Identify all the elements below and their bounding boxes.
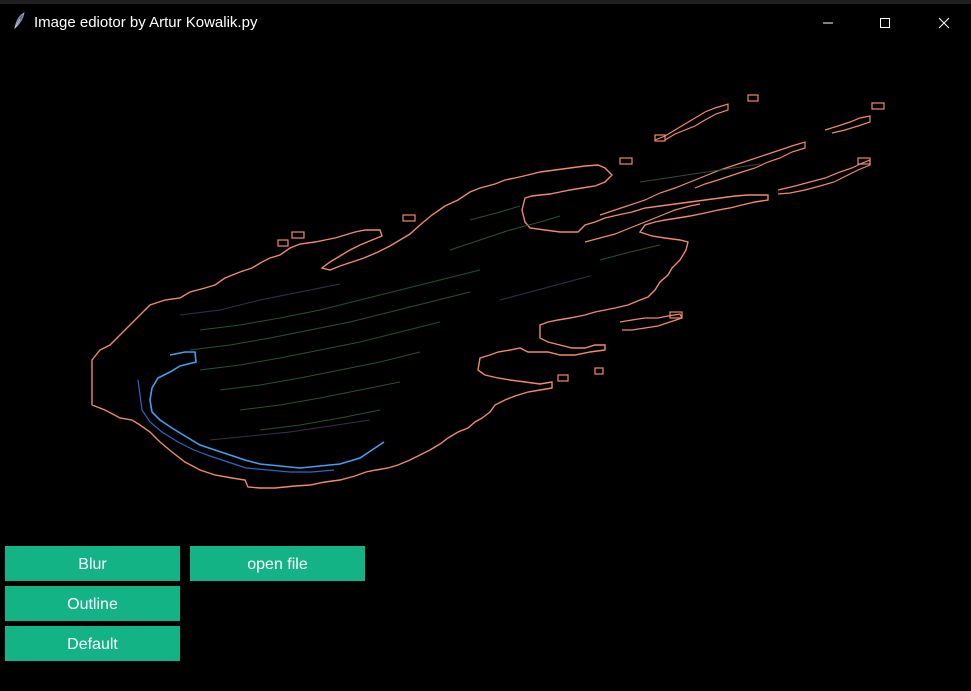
image-canvas [0,40,971,540]
window-title: Image ediotor by Artur Kowalik.py [34,14,258,31]
close-button[interactable] [921,8,967,38]
close-icon [938,17,950,29]
default-button[interactable]: Default [5,626,180,661]
outline-button[interactable]: Outline [5,586,180,621]
comet-outline-image [91,94,885,489]
app-window: Image ediotor by Artur Kowalik.py Blur o… [0,0,971,691]
minimize-button[interactable] [805,8,851,38]
feather-icon [12,12,26,30]
minimize-icon [823,22,833,24]
open-file-button[interactable]: open file [190,546,365,581]
blur-button[interactable]: Blur [5,546,180,581]
title-bar[interactable]: Image ediotor by Artur Kowalik.py [0,4,971,40]
maximize-icon [880,18,890,28]
maximize-button[interactable] [862,8,908,38]
